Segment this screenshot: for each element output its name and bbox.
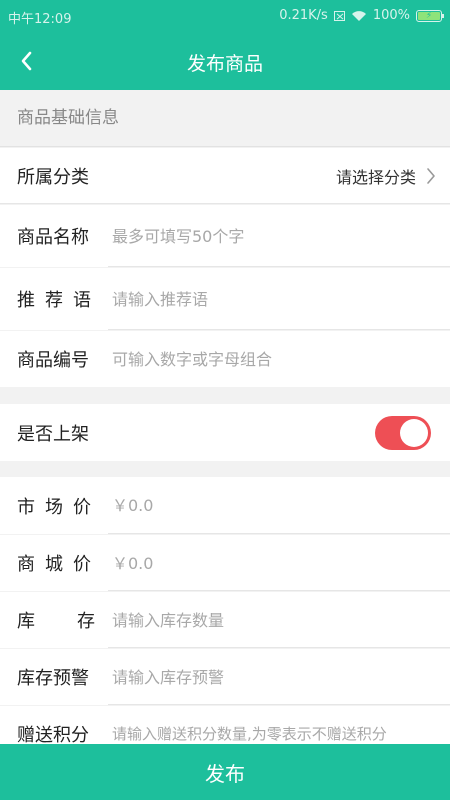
divider — [108, 704, 450, 705]
stock-alert-label: 库存预警 — [17, 668, 89, 689]
market-price-row: 市场价 — [0, 477, 450, 534]
market-price-input[interactable] — [112, 496, 450, 515]
stock-alert-input[interactable] — [112, 667, 450, 687]
name-label: 商品名称 — [17, 227, 89, 248]
stock-input[interactable] — [112, 610, 450, 630]
mall-price-input[interactable] — [112, 553, 450, 573]
slogan-row: 推荐语 — [0, 268, 450, 330]
code-row: 商品编号 — [0, 331, 450, 387]
code-input[interactable] — [112, 349, 450, 369]
category-row[interactable]: 所属分类 请选择分类 — [0, 148, 450, 204]
publish-button[interactable]: 发布 — [0, 744, 450, 800]
stock-row: 库存 — [0, 592, 450, 648]
battery-icon: ⚡ — [416, 9, 444, 22]
section-header-basic-info: 商品基础信息 — [0, 90, 450, 147]
wifi-icon — [351, 10, 367, 22]
divider — [108, 533, 450, 534]
code-label: 商品编号 — [17, 350, 89, 371]
status-time: 中午12:09 — [8, 12, 72, 27]
divider — [108, 647, 450, 648]
stock-alert-row: 库存预警 — [0, 649, 450, 705]
name-row: 商品名称 — [0, 205, 450, 267]
market-price-label: 市场价 — [17, 496, 101, 518]
toggle-knob — [400, 418, 428, 447]
title-bar: 发布商品 — [0, 32, 450, 90]
status-bar: 中午12:09 0.21K/s 100% ⚡ — [0, 0, 450, 32]
category-label: 所属分类 — [17, 167, 89, 188]
slogan-input[interactable] — [112, 289, 450, 309]
listed-toggle[interactable] — [375, 415, 431, 450]
points-input[interactable] — [112, 725, 450, 743]
network-speed: 0.21K/s — [279, 8, 328, 23]
no-sim-icon — [333, 10, 345, 21]
category-value[interactable]: 请选择分类 — [336, 164, 416, 188]
name-input[interactable] — [112, 226, 450, 246]
stock-label: 库存 — [17, 611, 137, 632]
mall-price-row: 商城价 — [0, 535, 450, 591]
divider — [0, 203, 450, 204]
listed-row: 是否上架 — [0, 404, 450, 461]
page-title: 发布商品 — [186, 53, 263, 75]
listed-label: 是否上架 — [17, 423, 89, 445]
battery-percent: 100% — [372, 8, 410, 23]
slogan-label: 推荐语 — [17, 290, 101, 311]
divider — [108, 590, 450, 591]
mall-price-label: 商城价 — [17, 554, 101, 575]
divider — [108, 266, 450, 267]
divider — [108, 329, 450, 330]
status-indicators: 0.21K/s 100% ⚡ — [279, 8, 444, 23]
chevron-right-icon — [426, 167, 436, 185]
